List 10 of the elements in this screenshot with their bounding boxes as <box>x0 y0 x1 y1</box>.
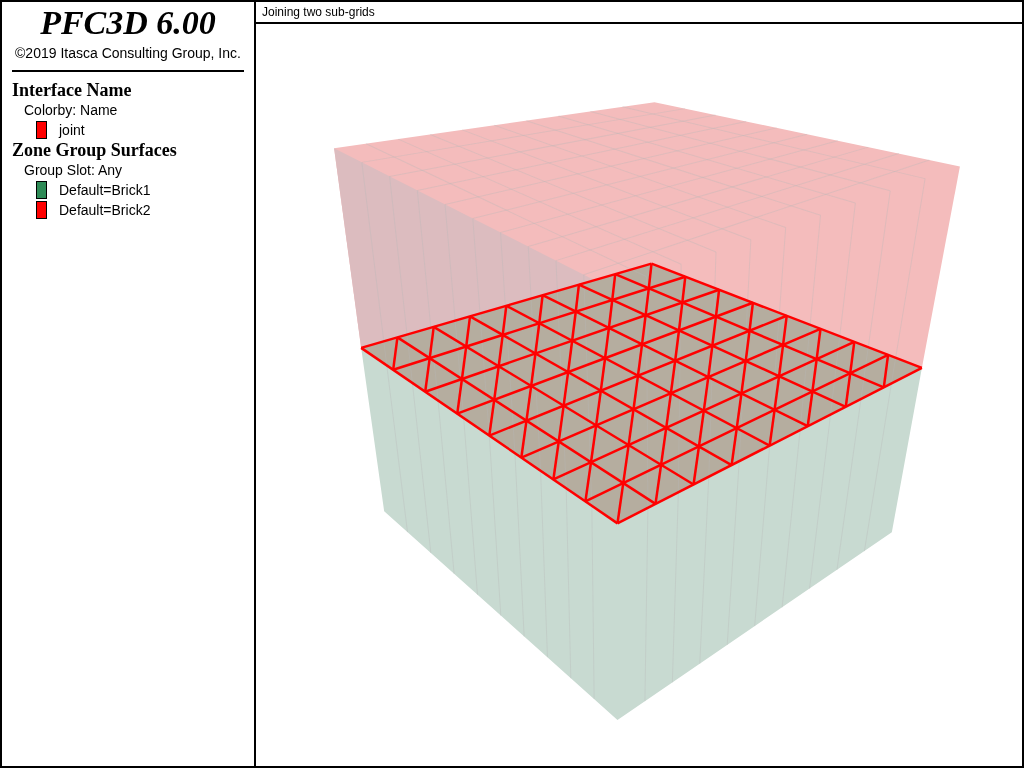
view-title: Joining two sub-grids <box>256 2 1022 24</box>
legend-label: Default=Brick1 <box>59 182 151 198</box>
legend-subheading: Group Slot: Any <box>23 161 124 180</box>
legend-label: joint <box>59 122 85 138</box>
app-title: PFC3D 6.00 <box>39 6 217 40</box>
legend-heading: Zone Group Surfaces <box>12 140 178 161</box>
legend-heading: Interface Name <box>12 80 133 101</box>
legend-label: Default=Brick2 <box>59 202 151 218</box>
copyright-text: ©2019 Itasca Consulting Group, Inc. <box>14 45 242 61</box>
legend-subheading: Colorby: Name <box>23 101 119 120</box>
